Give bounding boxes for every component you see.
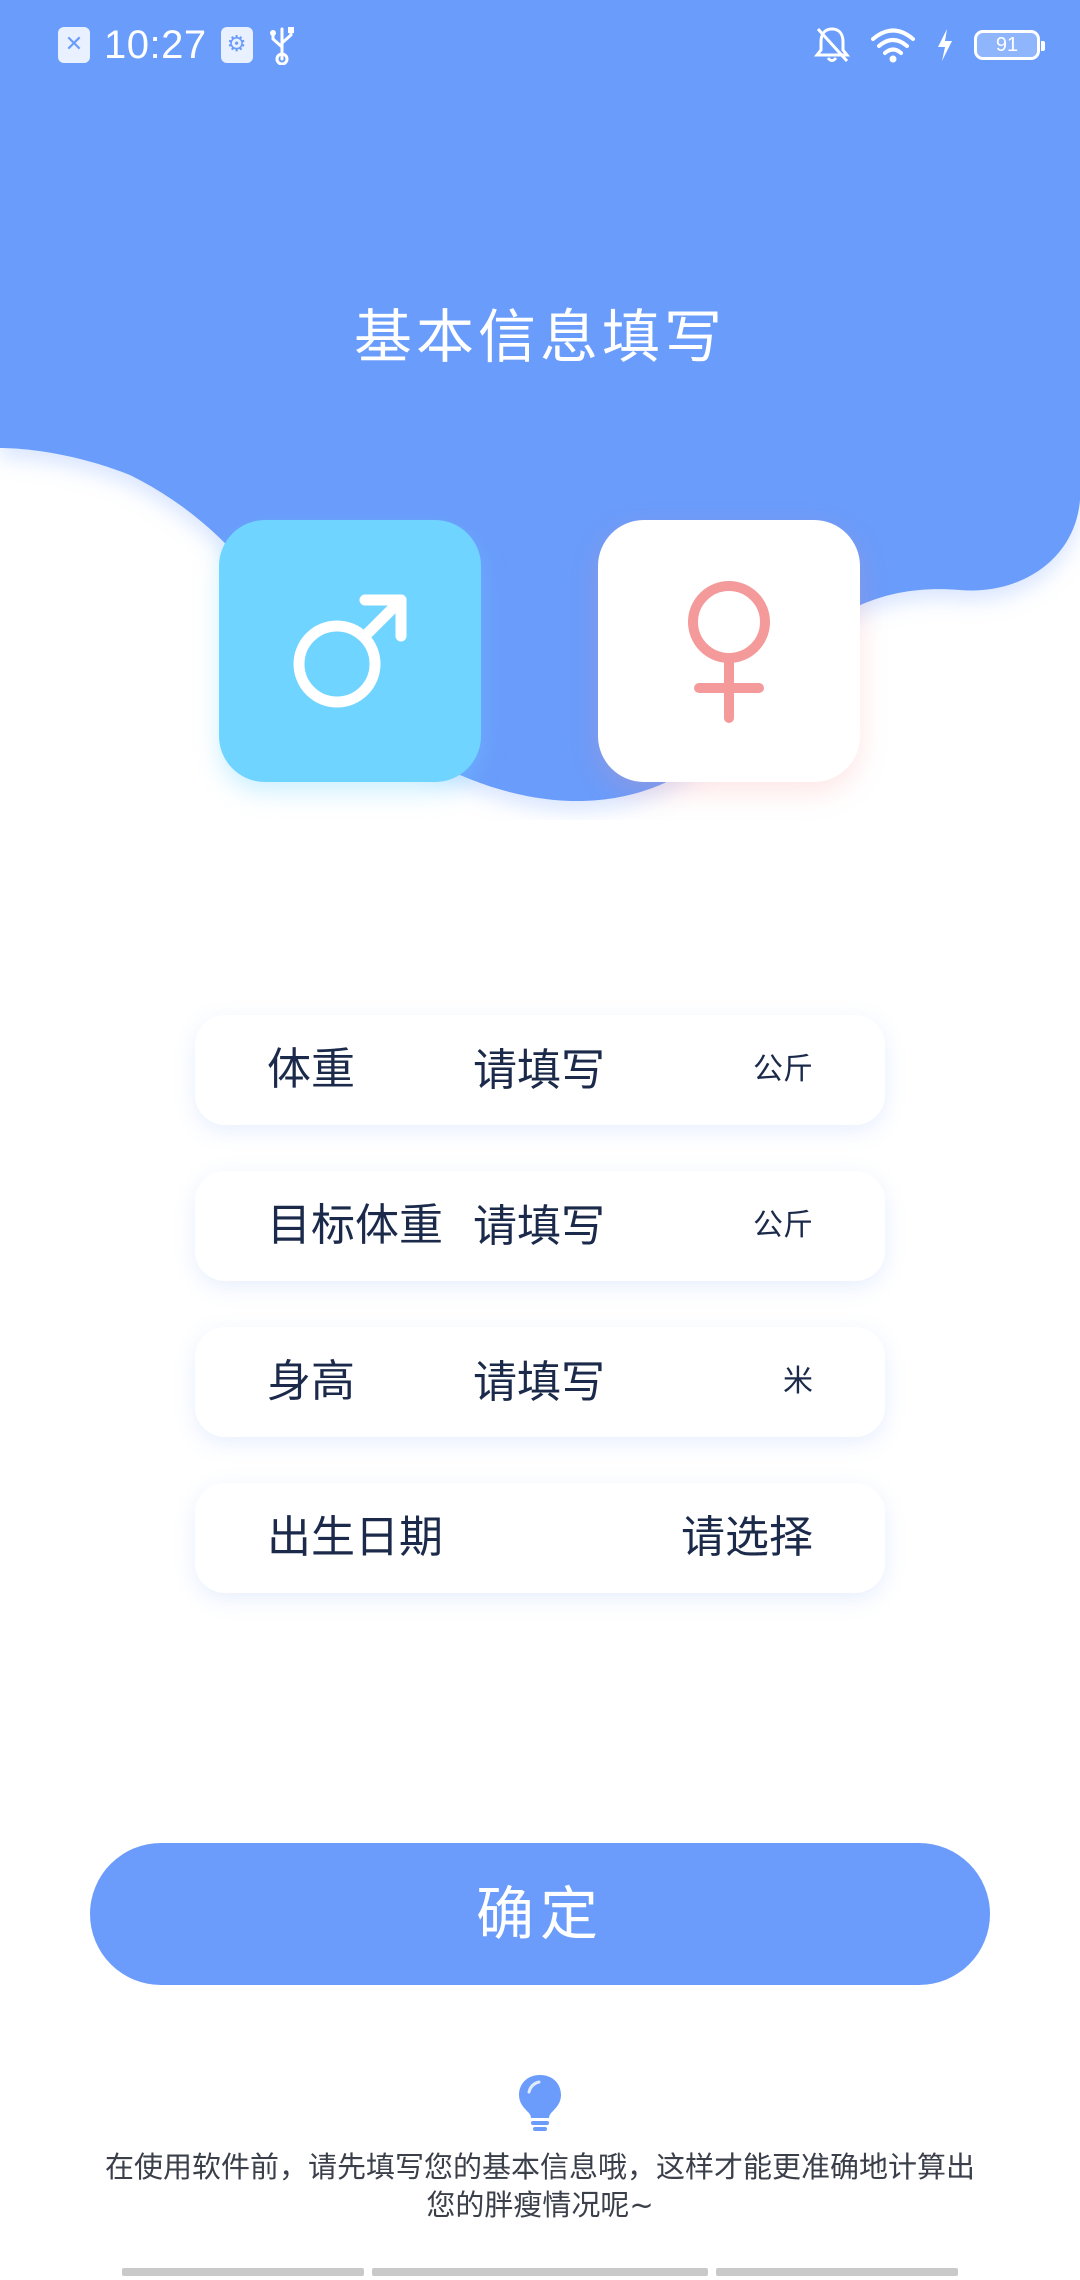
usb-icon [269,27,294,65]
target-weight-input[interactable] [473,1201,683,1251]
male-symbol-icon [293,594,407,708]
male-gender-button[interactable] [219,520,481,782]
tip-text: 在使用软件前，请先填写您的基本信息哦，这样才能更准确地计算出您的胖瘦情况呢~ [104,2150,975,2222]
bottom-bar-center [372,2268,708,2276]
birth-date-label: 出生日期 [267,1512,443,1563]
weight-label: 体重 [267,1044,355,1095]
bottom-bar-right [716,2268,958,2276]
wifi-icon [871,28,915,63]
status-time: 10:27 [104,22,207,67]
battery-icon: 91 [974,30,1045,60]
height-label: 身高 [267,1356,355,1407]
bell-muted-icon [814,27,850,63]
height-row: 身高 米 [195,1327,885,1437]
confirm-button[interactable]: 确定 [90,1843,990,1985]
battery-level: 91 [995,33,1019,56]
female-gender-button[interactable] [598,520,860,782]
height-input[interactable] [473,1357,683,1407]
lightbulb-icon [519,2075,561,2131]
target-weight-unit: 公斤 [753,1208,813,1243]
status-bar-left: ✕ 10:27 ⚙ [58,18,297,72]
weight-row: 体重 公斤 [195,1015,885,1125]
birth-date-row[interactable]: 出生日期 请选择 [195,1483,885,1593]
basic-info-screen: ✕ 10:27 ⚙ 91 基本信息填写 体重 请填写 公斤 目标体重 请填写 公… [0,0,1080,2280]
birth-date-select[interactable]: 请选择 [681,1483,813,1593]
target-weight-row: 目标体重 公斤 [195,1171,885,1281]
charging-icon [938,29,952,61]
sim-off-icon: ✕ [58,27,90,63]
status-bar: ✕ 10:27 ⚙ 91 [0,0,1080,90]
header-wave-background [0,0,1080,802]
height-unit: 米 [783,1364,813,1399]
female-symbol-icon [688,581,770,723]
status-bar-right: 91 [814,18,1045,72]
weight-input[interactable] [473,1045,683,1095]
bottom-navigation-bars [0,2268,1080,2280]
page-title: 基本信息填写 [353,303,726,371]
target-weight-label: 目标体重 [267,1200,443,1251]
app-notification-icon: ⚙ [220,27,253,63]
weight-unit: 公斤 [753,1052,813,1087]
bottom-bar-left [122,2268,364,2276]
